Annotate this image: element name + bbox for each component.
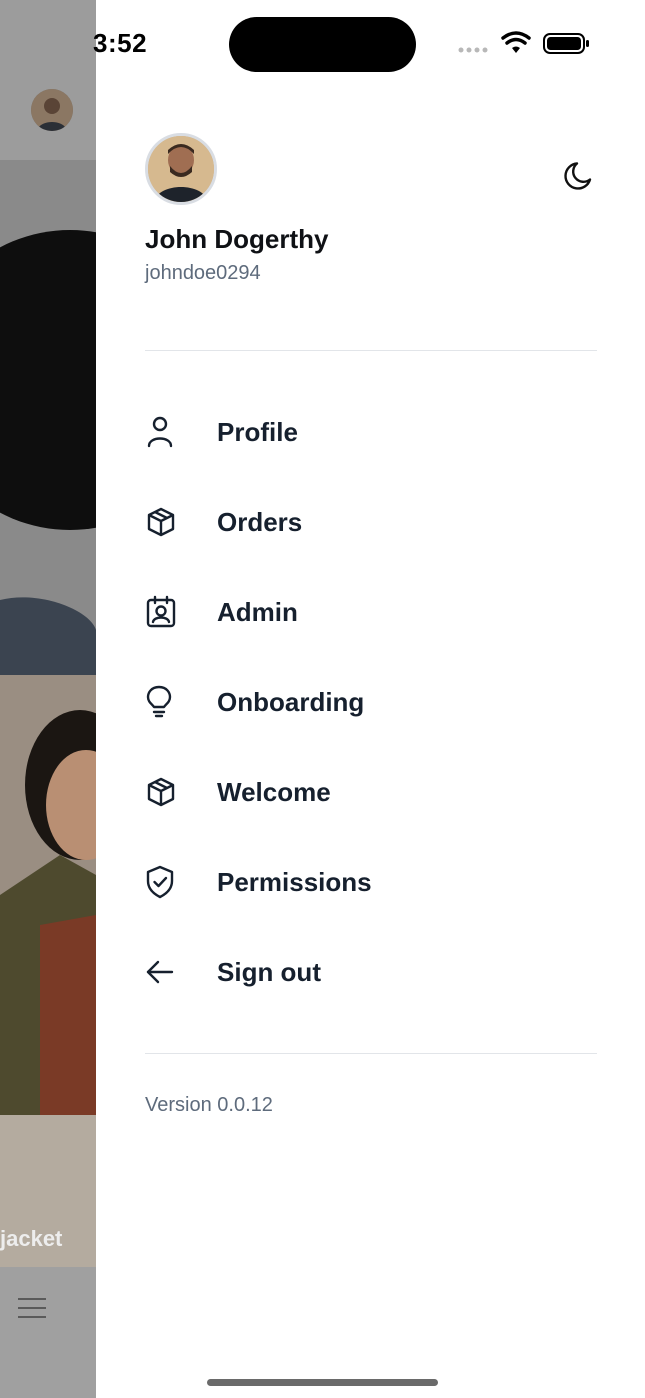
app-version: Version 0.0.12 xyxy=(145,1094,273,1116)
divider xyxy=(145,1053,597,1054)
background-tab-bar xyxy=(0,1267,96,1398)
menu-item-label: Onboarding xyxy=(217,686,365,717)
menu-item-label: Welcome xyxy=(217,776,331,807)
arrow-left-icon xyxy=(135,955,189,989)
menu-item-orders[interactable]: Orders xyxy=(135,490,605,554)
menu-item-onboarding[interactable]: Onboarding xyxy=(135,670,605,734)
dynamic-island xyxy=(229,17,416,72)
lightbulb-icon xyxy=(135,685,189,719)
package-icon xyxy=(135,775,189,809)
user-icon xyxy=(135,415,189,449)
menu-item-sign-out[interactable]: Sign out xyxy=(135,940,605,1004)
menu-item-label: Profile xyxy=(217,416,298,447)
status-time: 3:52 xyxy=(93,28,148,58)
divider xyxy=(145,350,597,351)
background-avatar[interactable] xyxy=(31,89,73,131)
menu-item-admin[interactable]: Admin xyxy=(135,580,605,644)
home-indicator xyxy=(207,1379,438,1386)
moon-icon xyxy=(564,162,592,190)
background-product-card[interactable] xyxy=(0,160,96,675)
menu-item-label: Permissions xyxy=(217,866,372,897)
cellular-signal-icon xyxy=(458,47,488,53)
user-avatar[interactable] xyxy=(145,133,217,205)
menu-item-label: Orders xyxy=(217,506,303,537)
wifi-icon xyxy=(501,31,531,53)
package-icon xyxy=(135,505,189,539)
hamburger-icon[interactable] xyxy=(18,1296,46,1320)
shield-check-icon xyxy=(135,865,189,899)
user-handle: johndoe0294 xyxy=(145,262,261,284)
background-screen: jacket xyxy=(0,0,96,1398)
badge-icon xyxy=(135,595,189,629)
menu-item-profile[interactable]: Profile xyxy=(135,400,605,464)
background-header xyxy=(0,0,96,160)
status-icons xyxy=(458,30,590,56)
menu-item-permissions[interactable]: Permissions xyxy=(135,850,605,914)
background-card-label: jacket xyxy=(0,1226,63,1251)
background-product-card[interactable] xyxy=(0,675,96,1267)
menu-item-label: Admin xyxy=(217,596,298,627)
battery-icon xyxy=(543,33,589,54)
menu-item-welcome[interactable]: Welcome xyxy=(135,760,605,824)
menu-item-label: Sign out xyxy=(217,956,321,987)
user-name: John Dogerthy xyxy=(145,224,329,254)
theme-toggle-button[interactable] xyxy=(560,157,598,195)
